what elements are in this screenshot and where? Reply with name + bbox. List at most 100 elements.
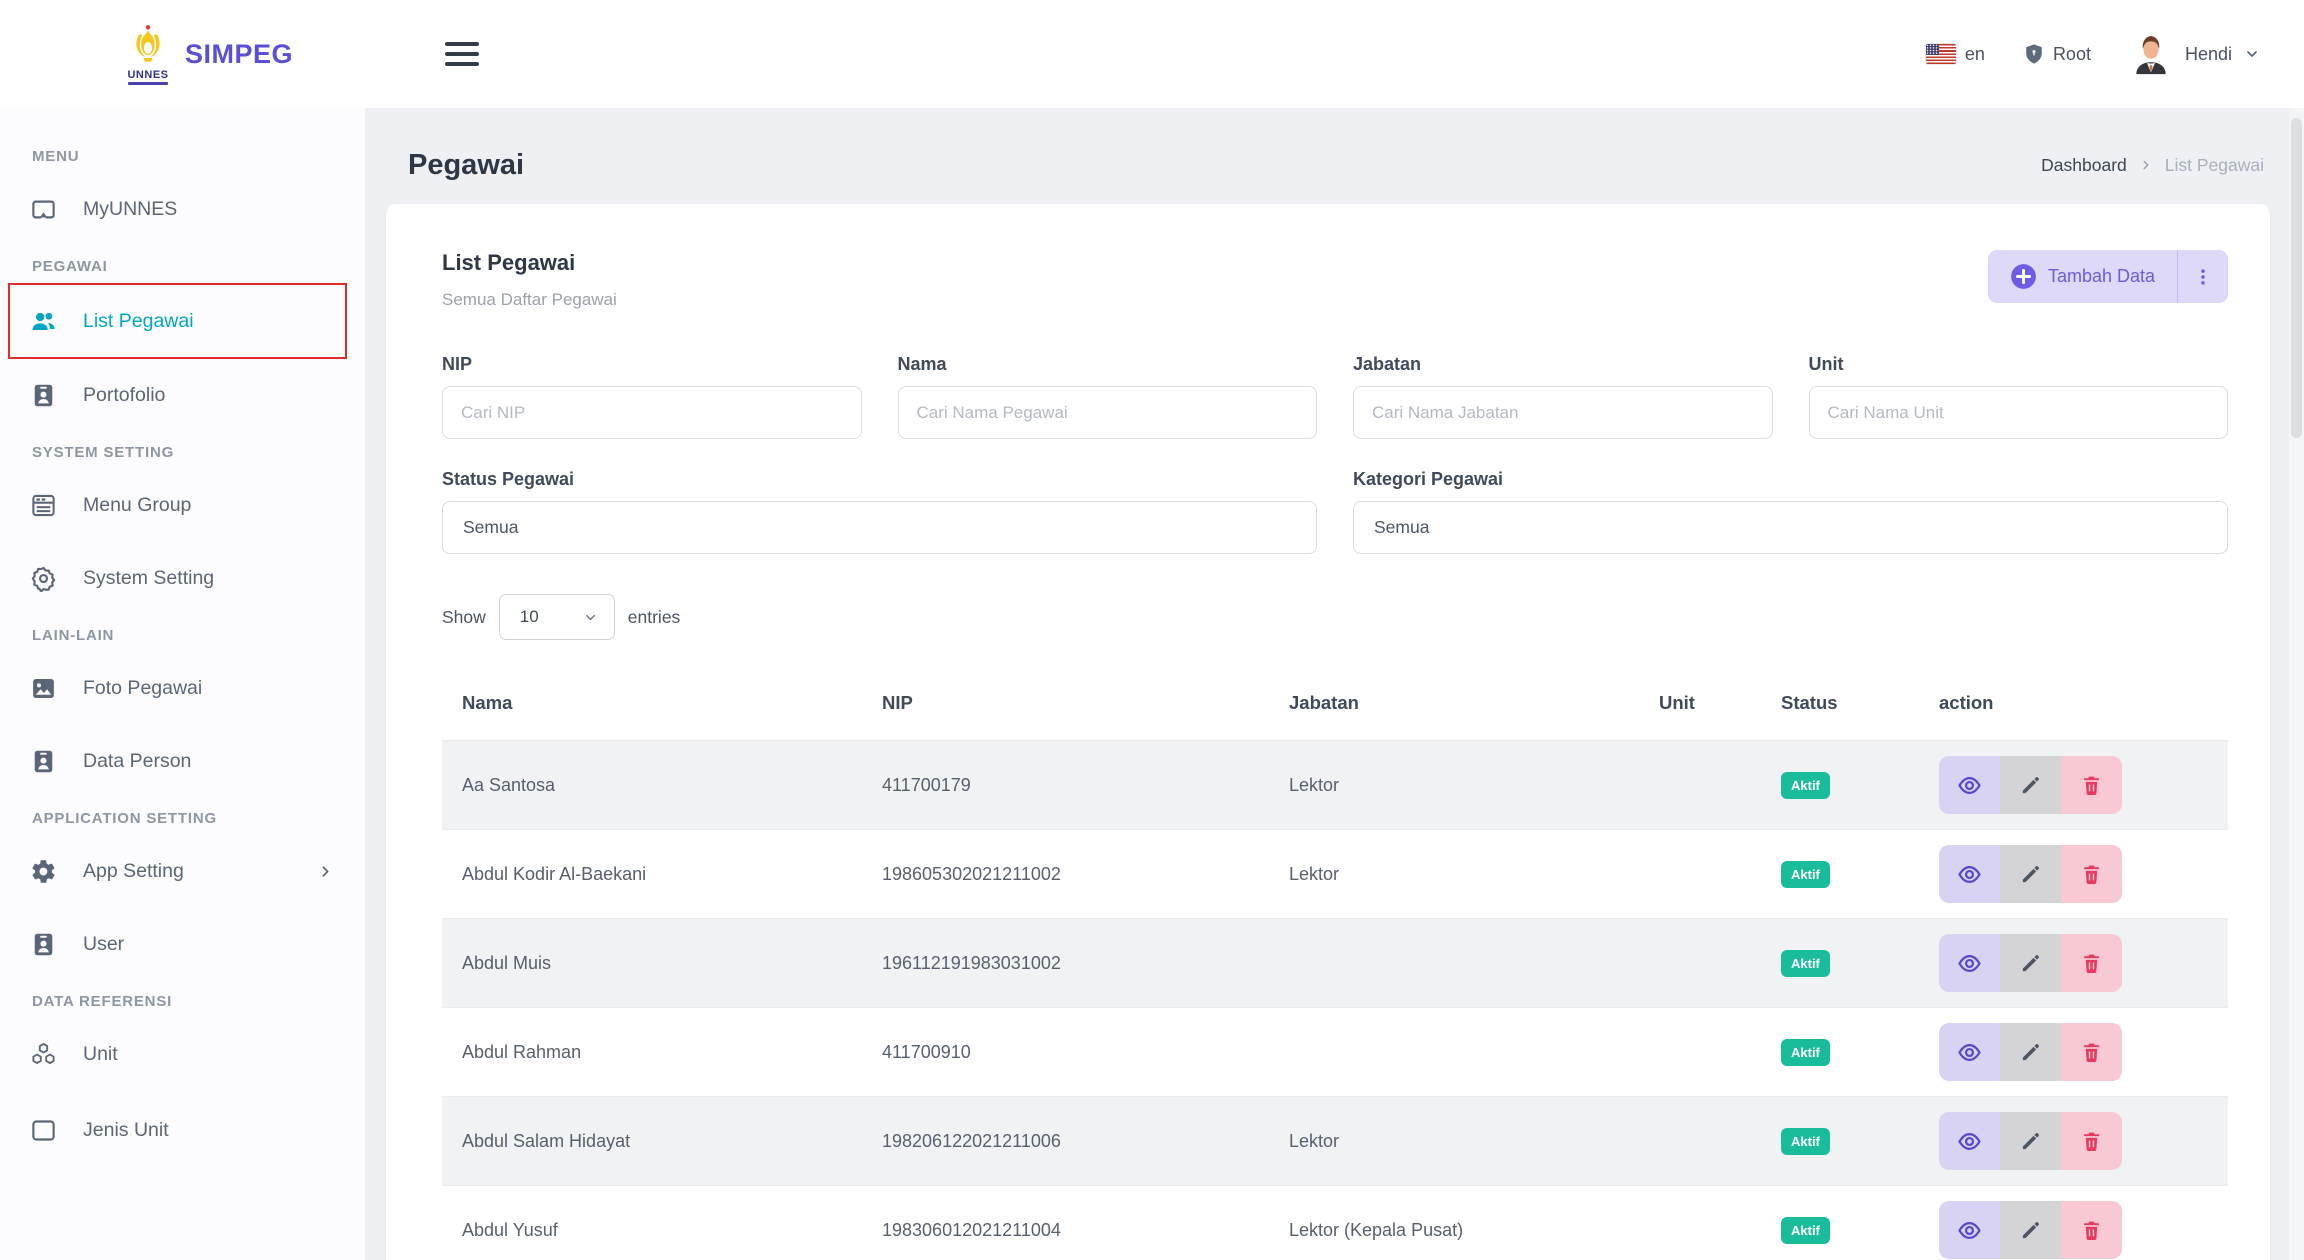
eye-icon bbox=[1957, 1129, 1982, 1154]
sidebar-item-label: List Pegawai bbox=[83, 310, 194, 333]
delete-button[interactable] bbox=[2061, 1023, 2122, 1081]
cell-nama: Abdul Yusuf bbox=[442, 1186, 862, 1260]
edit-button[interactable] bbox=[2000, 934, 2061, 992]
view-button[interactable] bbox=[1939, 1023, 2000, 1081]
entries-select[interactable]: 10 bbox=[499, 594, 615, 640]
cell-action bbox=[1919, 1186, 2228, 1260]
sidebar-item-portofolio[interactable]: Portofolio bbox=[30, 371, 342, 419]
unnes-logo-motto bbox=[128, 82, 168, 85]
pencil-icon bbox=[2019, 774, 2042, 797]
trash-icon bbox=[2080, 863, 2103, 886]
breadcrumb: Dashboard List Pegawai bbox=[2041, 155, 2264, 176]
delete-button[interactable] bbox=[2061, 845, 2122, 903]
cell-jabatan: Lektor bbox=[1269, 1097, 1639, 1186]
cell-status: Aktif bbox=[1761, 1186, 1919, 1260]
user-menu[interactable]: Hendi bbox=[2129, 32, 2260, 76]
cell-action bbox=[1919, 830, 2228, 919]
cell-unit bbox=[1639, 1186, 1761, 1260]
cell-jabatan bbox=[1269, 1008, 1639, 1097]
trash-icon bbox=[2080, 774, 2103, 797]
kategori-pegawai-select[interactable]: Semua bbox=[1353, 501, 2228, 554]
edit-button[interactable] bbox=[2000, 756, 2061, 814]
table-row-abdul-kodir-al-baekani: Abdul Kodir Al-Baekani198605302021211002… bbox=[442, 830, 2228, 919]
view-button[interactable] bbox=[1939, 934, 2000, 992]
sidebar-item-myunnes[interactable]: MyUNNES bbox=[30, 185, 342, 233]
table-row-aa-santosa: Aa Santosa411700179LektorAktif bbox=[442, 741, 2228, 830]
column-header-unit: Unit bbox=[1639, 674, 1761, 741]
page-title: Pegawai bbox=[408, 149, 524, 182]
edit-button[interactable] bbox=[2000, 1112, 2061, 1170]
sidebar-item-label: Unit bbox=[83, 1043, 118, 1066]
show-label: Show bbox=[442, 607, 486, 628]
status-pegawai-select[interactable]: Semua bbox=[442, 501, 1317, 554]
sidebar-item-label: Foto Pegawai bbox=[83, 677, 202, 700]
sidebar-item-unit[interactable]: Unit bbox=[30, 1030, 342, 1078]
nip-input[interactable] bbox=[442, 386, 862, 439]
id-badge-icon bbox=[30, 748, 57, 775]
cell-nama: Abdul Salam Hidayat bbox=[442, 1097, 862, 1186]
image-icon bbox=[30, 675, 57, 702]
edit-button[interactable] bbox=[2000, 1201, 2061, 1259]
delete-button[interactable] bbox=[2061, 934, 2122, 992]
unit-input[interactable] bbox=[1809, 386, 2229, 439]
status-badge: Aktif bbox=[1781, 861, 1830, 888]
cell-unit bbox=[1639, 919, 1761, 1008]
sidebar-item-foto-pegawai[interactable]: Foto Pegawai bbox=[30, 664, 342, 712]
cell-jabatan: Lektor (Kepala Pusat) bbox=[1269, 1186, 1639, 1260]
shield-icon bbox=[2023, 42, 2045, 66]
more-options-button[interactable] bbox=[2178, 250, 2228, 303]
sidebar-toggle-button[interactable] bbox=[445, 42, 479, 66]
cell-status: Aktif bbox=[1761, 830, 1919, 919]
breadcrumb-dashboard[interactable]: Dashboard bbox=[2041, 155, 2127, 176]
cell-jabatan: Lektor bbox=[1269, 830, 1639, 919]
user-name: Hendi bbox=[2185, 44, 2232, 65]
trash-icon bbox=[2080, 1130, 2103, 1153]
pencil-icon bbox=[2019, 1219, 2042, 1242]
chevron-right-icon bbox=[317, 863, 334, 880]
trash-icon bbox=[2080, 952, 2103, 975]
delete-button[interactable] bbox=[2061, 1112, 2122, 1170]
id-badge-icon bbox=[30, 382, 57, 409]
view-button[interactable] bbox=[1939, 1112, 2000, 1170]
header-right: en Root bbox=[1926, 32, 2260, 76]
sidebar-item-data-person[interactable]: Data Person bbox=[30, 737, 342, 785]
view-button[interactable] bbox=[1939, 1201, 2000, 1259]
nip-label: NIP bbox=[442, 354, 862, 375]
delete-button[interactable] bbox=[2061, 756, 2122, 814]
eye-icon bbox=[1957, 862, 1982, 887]
sidebar-item-jenis-unit[interactable]: Jenis Unit bbox=[30, 1106, 342, 1154]
view-button[interactable] bbox=[1939, 756, 2000, 814]
role-badge: Root bbox=[2023, 42, 2091, 66]
edit-button[interactable] bbox=[2000, 1023, 2061, 1081]
nama-input[interactable] bbox=[898, 386, 1318, 439]
status-pegawai-label: Status Pegawai bbox=[442, 469, 1317, 490]
delete-button[interactable] bbox=[2061, 1201, 2122, 1259]
sidebar-item-app-setting[interactable]: App Setting bbox=[30, 847, 342, 895]
pencil-icon bbox=[2019, 1130, 2042, 1153]
card-title: List Pegawai bbox=[442, 250, 617, 276]
cell-nip: 196112191983031002 bbox=[862, 919, 1269, 1008]
unit-label: Unit bbox=[1809, 354, 2229, 375]
menu-rows-icon bbox=[30, 492, 57, 519]
table-header: NamaNIPJabatanUnitStatusaction bbox=[442, 674, 2228, 741]
cell-nama: Aa Santosa bbox=[442, 741, 862, 830]
tambah-data-button[interactable]: Tambah Data bbox=[1988, 250, 2177, 303]
sidebar-item-system-setting[interactable]: System Setting bbox=[30, 554, 342, 602]
jabatan-input[interactable] bbox=[1353, 386, 1773, 439]
view-button[interactable] bbox=[1939, 845, 2000, 903]
select-chevron-icon bbox=[583, 610, 598, 625]
cell-status: Aktif bbox=[1761, 741, 1919, 830]
cell-unit bbox=[1639, 741, 1761, 830]
sidebar-item-user[interactable]: User bbox=[30, 920, 342, 968]
top-header: UNNES SIMPEG en Root bbox=[0, 0, 2304, 108]
cell-nama: Abdul Kodir Al-Baekani bbox=[442, 830, 862, 919]
column-header-jabatan: Jabatan bbox=[1269, 674, 1639, 741]
page-scrollbar[interactable] bbox=[2289, 108, 2304, 1260]
status-badge: Aktif bbox=[1781, 1039, 1830, 1066]
sidebar-item-menu-group[interactable]: Menu Group bbox=[30, 481, 342, 529]
select-row: Status Pegawai Semua Kategori Pegawai Se… bbox=[442, 469, 2228, 554]
language-selector[interactable]: en bbox=[1926, 44, 1985, 65]
edit-button[interactable] bbox=[2000, 845, 2061, 903]
sidebar-item-list-pegawai[interactable]: List Pegawai bbox=[8, 283, 347, 359]
sidebar-item-label: System Setting bbox=[83, 567, 214, 590]
